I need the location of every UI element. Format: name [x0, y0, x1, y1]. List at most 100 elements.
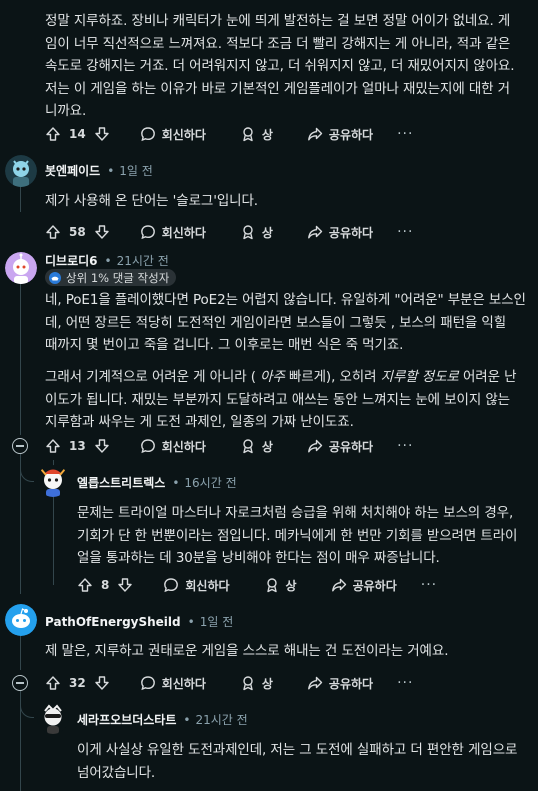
- more-options-button[interactable]: ···: [397, 126, 413, 142]
- share-label: 공유하다: [328, 676, 374, 691]
- more-options-button[interactable]: ···: [397, 438, 413, 454]
- award-label: 상: [285, 578, 297, 593]
- separator-dot: •: [172, 475, 180, 490]
- reply-label: 회신하다: [161, 127, 206, 142]
- text-segment: 빠르게), 오히려: [284, 369, 381, 385]
- author-name[interactable]: PathOfEnergySheild: [45, 615, 181, 629]
- comment-bubble-icon: [140, 676, 155, 691]
- text-segment: 그래서 기계적으로 어려운 게 아니라 (: [45, 369, 261, 385]
- share-button[interactable]: 공유하다: [307, 438, 373, 455]
- separator-dot: •: [187, 614, 195, 629]
- avatar[interactable]: [5, 252, 37, 284]
- comment-bubble-icon: [140, 439, 155, 454]
- author-name[interactable]: 봇엔페이드: [45, 162, 100, 179]
- share-button[interactable]: 공유하다: [307, 224, 373, 241]
- share-icon: [308, 225, 323, 239]
- reply-label: 회신하다: [185, 578, 230, 593]
- upvote-button[interactable]: [77, 577, 93, 593]
- default-avatar-icon: [5, 604, 37, 636]
- user-avatar-icon: [37, 465, 69, 497]
- more-options-button[interactable]: ···: [397, 675, 413, 691]
- comment-bubble-icon: [140, 127, 155, 142]
- award-icon: [243, 127, 253, 142]
- share-label: 공유하다: [328, 439, 374, 454]
- reply-button[interactable]: 회신하다: [140, 224, 206, 241]
- more-options-button[interactable]: ···: [421, 577, 437, 593]
- italic-text: 아주: [260, 369, 285, 385]
- comment-meta: PathOfEnergySheild • 1일 전: [45, 613, 233, 630]
- downvote-icon: [95, 225, 109, 239]
- award-button[interactable]: 상: [240, 224, 273, 241]
- separator-dot: •: [107, 163, 115, 178]
- comment-body: 정말 지루하죠. 장비나 캐릭터가 눈에 띄게 발전하는 걸 보면 정말 어이가…: [45, 13, 515, 119]
- award-icon: [243, 439, 253, 454]
- author-name[interactable]: 세라프오브더스타트: [77, 711, 176, 728]
- upvote-button[interactable]: [45, 126, 61, 142]
- separator-dot: •: [183, 712, 191, 727]
- user-avatar-icon: [5, 252, 37, 284]
- timestamp[interactable]: 21시간 전: [117, 252, 169, 269]
- user-avatar-icon: [37, 702, 69, 734]
- upvote-button[interactable]: [45, 675, 61, 691]
- award-label: 상: [261, 676, 273, 691]
- share-button[interactable]: 공유하다: [331, 577, 397, 594]
- vote-count: 32: [69, 676, 86, 690]
- downvote-icon: [95, 439, 109, 453]
- upvote-button[interactable]: [45, 224, 61, 240]
- downvote-button[interactable]: [94, 224, 110, 240]
- downvote-button[interactable]: [94, 126, 110, 142]
- comment-meta: 봇엔페이드 • 1일 전: [45, 162, 153, 179]
- collapse-thread-button[interactable]: [12, 438, 28, 454]
- downvote-icon: [95, 676, 109, 690]
- award-button[interactable]: 상: [240, 675, 273, 692]
- upvote-icon: [46, 439, 60, 453]
- award-icon: [243, 676, 253, 691]
- award-button[interactable]: 상: [240, 126, 273, 143]
- timestamp[interactable]: 1일 전: [119, 162, 153, 179]
- comment-body: 그래서 기계적으로 어려운 게 아니라 ( 아주 빠르게), 오히려 지루할 정…: [45, 366, 535, 434]
- downvote-button[interactable]: [94, 438, 110, 454]
- collapse-thread-button[interactable]: [12, 675, 28, 691]
- award-icon: [243, 225, 253, 240]
- timestamp[interactable]: 1일 전: [200, 613, 234, 630]
- comment-actions: 58 회신하다 상 공유하다 ···: [45, 220, 413, 244]
- flair-label: 상위 1% 댓글 작성자: [66, 270, 170, 285]
- reply-button[interactable]: 회신하다: [140, 438, 206, 455]
- comment-body: 제 말은, 지루하고 권태로운 게임을 스스로 해내는 건 도전이라는 거예요.: [45, 643, 449, 659]
- award-button[interactable]: 상: [264, 577, 297, 594]
- vote-count: 58: [69, 225, 86, 239]
- share-button[interactable]: 공유하다: [307, 126, 373, 143]
- award-icon: [266, 578, 277, 593]
- user-flair: 상위 1% 댓글 작성자: [45, 269, 177, 286]
- avatar[interactable]: [5, 604, 37, 636]
- timestamp[interactable]: 16시간 전: [184, 474, 236, 491]
- comment-body: 문제는 트라이얼 마스터나 자로크처럼 승급을 위해 처치해야 하는 보스의 경…: [77, 505, 518, 566]
- comment-bubble-icon: [140, 225, 155, 240]
- downvote-button[interactable]: [94, 675, 110, 691]
- reply-label: 회신하다: [161, 225, 206, 240]
- downvote-button[interactable]: [117, 577, 133, 593]
- author-name[interactable]: 엘릅스트리트렉스: [77, 474, 165, 491]
- reply-button[interactable]: 회신하다: [140, 126, 206, 143]
- vote-count: 14: [69, 127, 86, 141]
- comment-bubble-icon: [164, 578, 179, 593]
- share-icon: [308, 676, 323, 690]
- author-name[interactable]: 디브로디6: [45, 252, 98, 269]
- reply-button[interactable]: 회신하다: [163, 577, 230, 594]
- award-label: 상: [261, 225, 273, 240]
- comment-actions: 32 회신하다 상 공유하다 ···: [45, 671, 413, 695]
- reply-button[interactable]: 회신하다: [140, 675, 206, 692]
- share-button[interactable]: 공유하다: [307, 675, 373, 692]
- share-icon: [308, 439, 323, 453]
- upvote-button[interactable]: [45, 438, 61, 454]
- timestamp[interactable]: 21시간 전: [195, 711, 247, 728]
- share-label: 공유하다: [328, 225, 374, 240]
- share-icon: [308, 127, 323, 141]
- more-options-button[interactable]: ···: [397, 224, 413, 240]
- avatar[interactable]: [37, 702, 69, 734]
- comment-meta: 엘릅스트리트렉스 • 16시간 전: [77, 474, 237, 491]
- award-button[interactable]: 상: [240, 438, 273, 455]
- top-commenter-badge-icon: [49, 271, 61, 284]
- avatar[interactable]: [5, 155, 37, 187]
- avatar[interactable]: [37, 465, 69, 497]
